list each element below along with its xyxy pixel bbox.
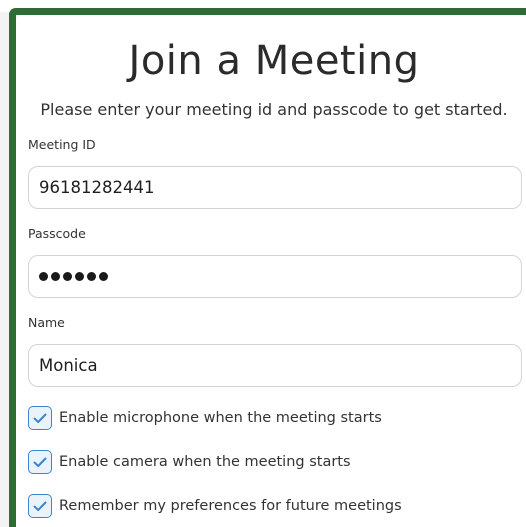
- passcode-dot: [87, 272, 96, 281]
- meeting-id-value: 96181282441: [39, 178, 155, 197]
- checkmark-icon: [33, 413, 47, 423]
- passcode-masked-value: [39, 272, 108, 281]
- window-border-left: [9, 8, 16, 527]
- remember-preferences-checkbox[interactable]: [28, 494, 52, 518]
- name-value: Monica: [39, 356, 98, 375]
- meeting-id-field[interactable]: 96181282441: [28, 166, 522, 209]
- microphone-option-label: Enable microphone when the meeting start…: [59, 410, 382, 426]
- passcode-dot: [99, 272, 108, 281]
- option-camera[interactable]: Enable camera when the meeting starts: [28, 450, 351, 474]
- checkmark-icon: [33, 501, 47, 511]
- window-border-top: [9, 8, 526, 15]
- meeting-id-label: Meeting ID: [28, 137, 96, 152]
- passcode-label: Passcode: [28, 226, 86, 241]
- option-remember-preferences[interactable]: Remember my preferences for future meeti…: [28, 494, 402, 518]
- checkmark-icon: [33, 457, 47, 467]
- passcode-dot: [39, 272, 48, 281]
- remember-preferences-option-label: Remember my preferences for future meeti…: [59, 498, 402, 514]
- camera-option-label: Enable camera when the meeting starts: [59, 454, 351, 470]
- name-field[interactable]: Monica: [28, 344, 522, 387]
- option-microphone[interactable]: Enable microphone when the meeting start…: [28, 406, 382, 430]
- microphone-checkbox[interactable]: [28, 406, 52, 430]
- camera-checkbox[interactable]: [28, 450, 52, 474]
- passcode-dot: [75, 272, 84, 281]
- passcode-dot: [51, 272, 60, 281]
- page-title: Join a Meeting: [128, 38, 420, 84]
- name-label: Name: [28, 315, 65, 330]
- passcode-dot: [63, 272, 72, 281]
- page-subtitle: Please enter your meeting id and passcod…: [40, 100, 508, 119]
- passcode-field[interactable]: [28, 255, 522, 298]
